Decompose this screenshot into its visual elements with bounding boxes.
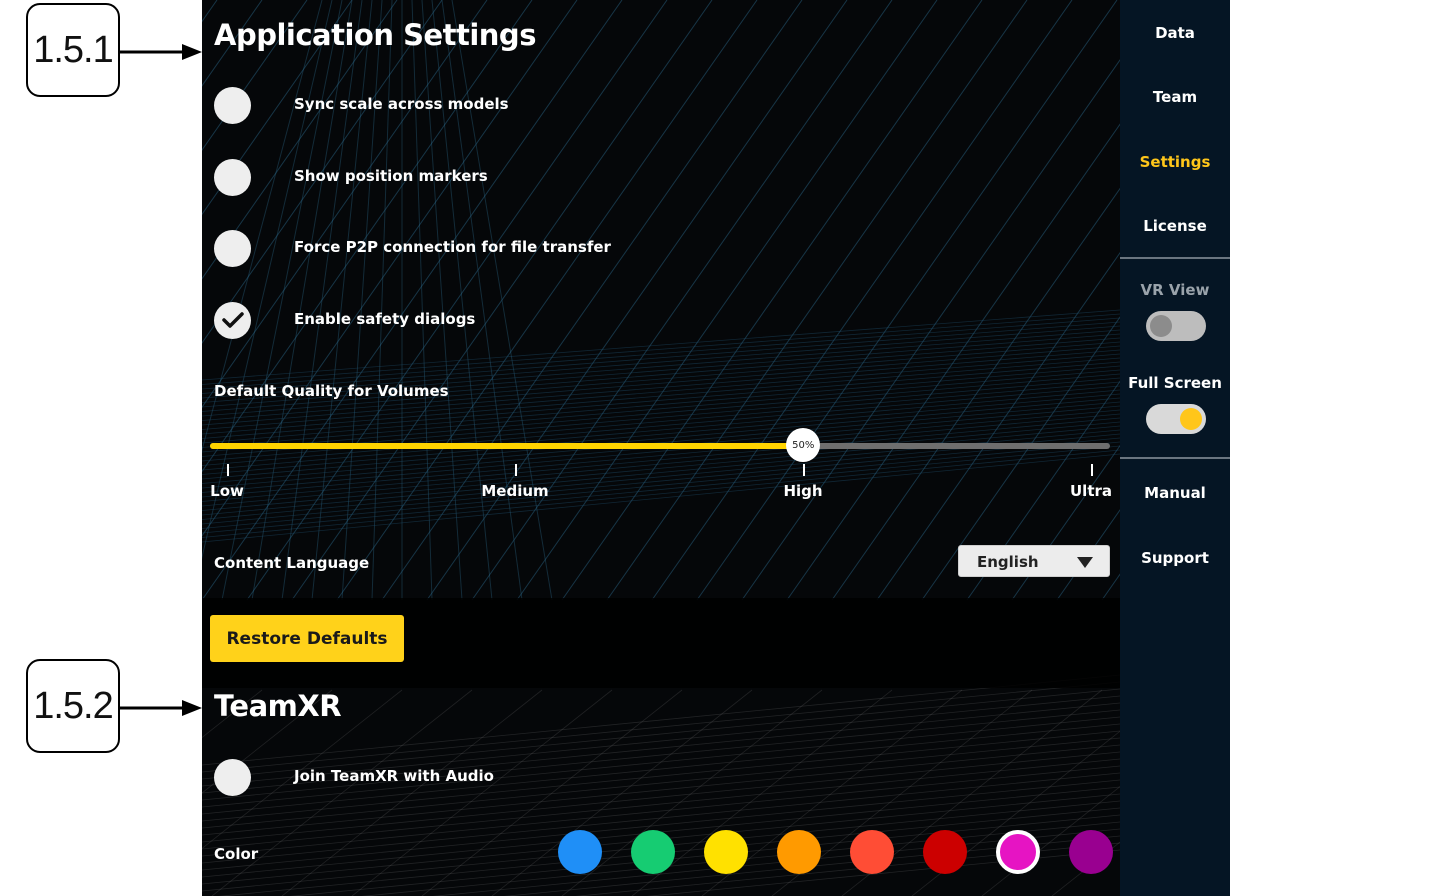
vr-view-toggle[interactable] xyxy=(1146,311,1206,341)
teamxr-title: TeamXR xyxy=(214,689,342,723)
color-swatch[interactable] xyxy=(1069,830,1113,874)
checkbox[interactable] xyxy=(214,87,251,124)
quality-slider-thumb[interactable]: 50% xyxy=(786,428,821,462)
option-label: Show position markers xyxy=(294,167,488,185)
checkbox[interactable] xyxy=(214,759,251,796)
sidebar-item-manual[interactable]: Manual xyxy=(1120,484,1230,502)
sidebar: Data Team Settings License VR View Full … xyxy=(1120,0,1230,896)
caret-down-icon xyxy=(1077,557,1093,568)
tick-label-medium: Medium xyxy=(481,482,549,500)
callout-1-5-1: 1.5.1 xyxy=(26,3,120,97)
callout-1-5-2: 1.5.2 xyxy=(26,659,120,753)
restore-defaults-button[interactable]: Restore Defaults xyxy=(210,615,404,662)
tick-high xyxy=(803,464,805,476)
tick-label-ultra: Ultra xyxy=(1069,482,1113,500)
checkbox[interactable] xyxy=(214,230,251,267)
option-join-audio[interactable]: Join TeamXR with Audio xyxy=(214,757,1094,797)
language-value: English xyxy=(977,553,1039,571)
option-show-position-markers[interactable]: Show position markers xyxy=(214,157,1094,197)
application-settings-title: Application Settings xyxy=(214,18,536,52)
option-label: Sync scale across models xyxy=(294,95,509,113)
option-label: Force P2P connection for file transfer xyxy=(294,238,611,256)
option-label: Join TeamXR with Audio xyxy=(294,767,494,785)
tick-medium xyxy=(515,464,517,476)
slider-value: 50% xyxy=(792,439,815,451)
tick-label-low: Low xyxy=(210,482,244,500)
color-swatch[interactable] xyxy=(558,830,602,874)
toggle-knob xyxy=(1180,408,1202,430)
sidebar-divider xyxy=(1120,257,1230,259)
option-force-p2p[interactable]: Force P2P connection for file transfer xyxy=(214,228,1094,268)
callout-arrow-icon xyxy=(120,700,202,716)
sidebar-item-support[interactable]: Support xyxy=(1120,549,1230,567)
callout-label: 1.5.1 xyxy=(33,28,114,71)
sidebar-item-team[interactable]: Team xyxy=(1120,88,1230,106)
checkbox-checked[interactable] xyxy=(214,302,251,339)
color-swatch[interactable] xyxy=(850,830,894,874)
settings-panel: Application Settings Sync scale across m… xyxy=(202,0,1120,896)
vr-view-label: VR View xyxy=(1140,281,1210,299)
color-swatch[interactable] xyxy=(631,830,675,874)
color-swatch[interactable] xyxy=(996,830,1040,874)
checkbox[interactable] xyxy=(214,159,251,196)
sidebar-item-license[interactable]: License xyxy=(1120,217,1230,235)
option-sync-scale[interactable]: Sync scale across models xyxy=(214,85,1094,125)
language-select[interactable]: English xyxy=(958,545,1110,577)
tick-ultra xyxy=(1091,464,1093,476)
quality-slider-track[interactable] xyxy=(210,443,1110,449)
full-screen-label: Full Screen xyxy=(1128,374,1222,392)
tick-label-high: High xyxy=(783,482,823,500)
callout-label: 1.5.2 xyxy=(33,684,114,727)
color-swatch[interactable] xyxy=(777,830,821,874)
toggle-knob xyxy=(1150,315,1172,337)
option-label: Enable safety dialogs xyxy=(294,310,476,328)
checkmark-icon xyxy=(222,312,244,328)
sidebar-item-settings[interactable]: Settings xyxy=(1120,153,1230,171)
callout-arrow-icon xyxy=(120,44,202,60)
color-swatch[interactable] xyxy=(704,830,748,874)
quality-slider-fill xyxy=(210,443,804,449)
sidebar-divider xyxy=(1120,457,1230,459)
color-label: Color xyxy=(214,845,259,863)
tick-low xyxy=(227,464,229,476)
quality-label: Default Quality for Volumes xyxy=(214,382,449,400)
color-swatch[interactable] xyxy=(923,830,967,874)
content-language-label: Content Language xyxy=(214,554,370,572)
full-screen-toggle[interactable] xyxy=(1146,404,1206,434)
option-enable-safety-dialogs[interactable]: Enable safety dialogs xyxy=(214,300,1094,340)
sidebar-item-data[interactable]: Data xyxy=(1120,24,1230,42)
